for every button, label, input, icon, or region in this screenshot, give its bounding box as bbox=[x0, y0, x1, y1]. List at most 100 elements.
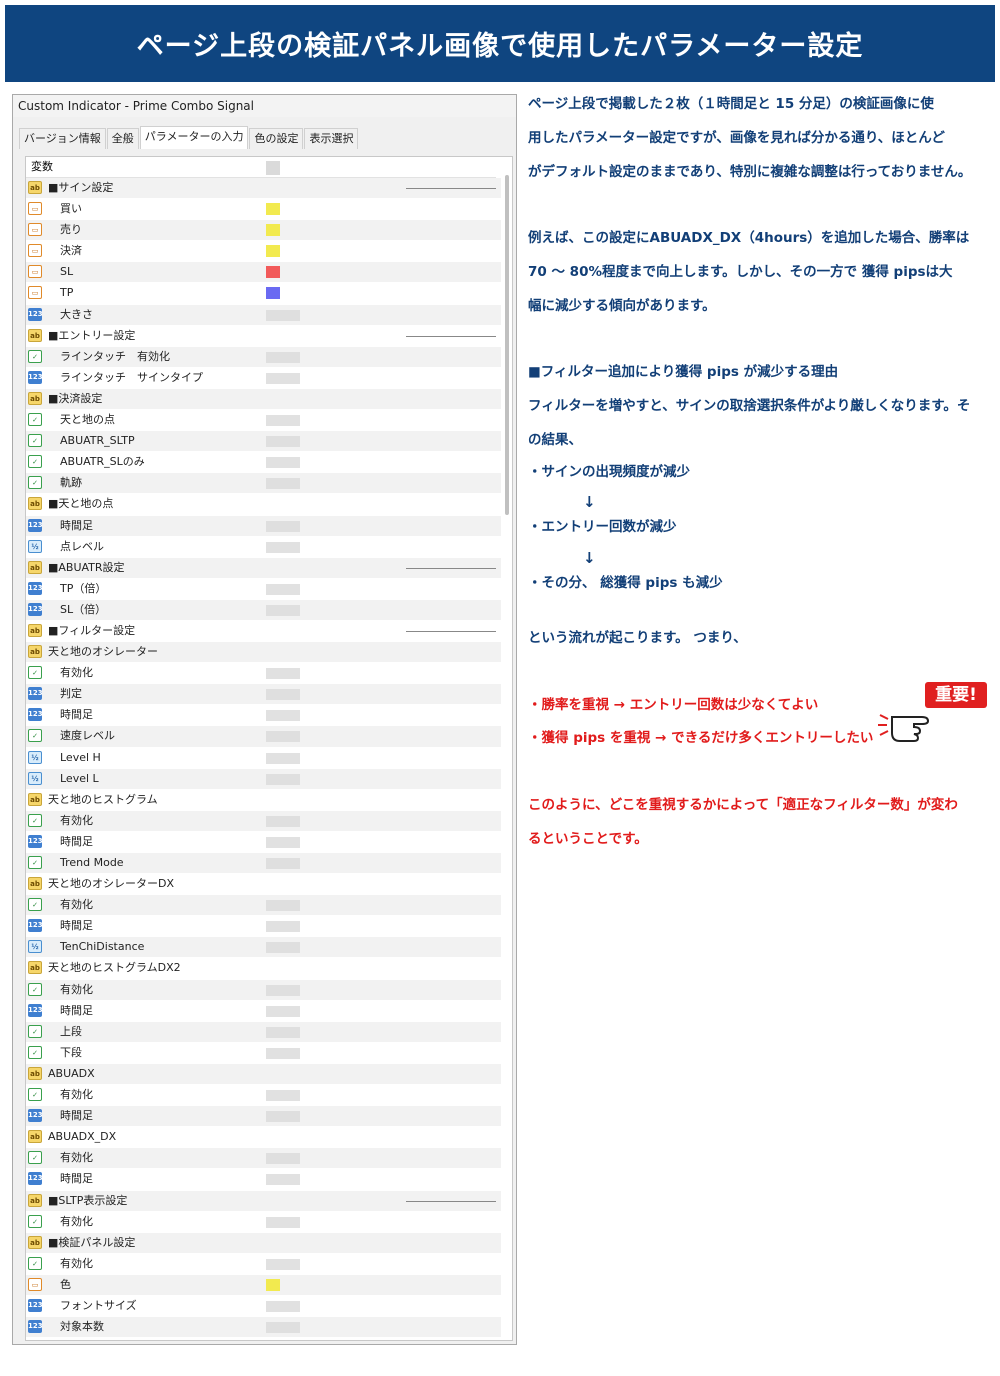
color-swatch[interactable] bbox=[266, 245, 280, 258]
parameter-row[interactable]: ▭ 色 bbox=[26, 1274, 501, 1296]
parameter-row[interactable]: 123 時間足 bbox=[26, 515, 501, 537]
parameter-row[interactable]: 123 時間足 bbox=[26, 916, 501, 938]
parameter-row[interactable]: ✓ 上段 bbox=[26, 1021, 501, 1043]
parameter-row[interactable]: 123 時間足 bbox=[26, 1169, 501, 1191]
parameter-value-blurred[interactable] bbox=[266, 710, 300, 722]
parameter-row[interactable]: ab ■エントリー設定 bbox=[26, 326, 501, 347]
parameter-row[interactable]: 123 時間足 bbox=[26, 1001, 501, 1022]
color-swatch[interactable] bbox=[266, 224, 280, 237]
grid-scrollbar[interactable] bbox=[505, 175, 509, 515]
parameter-row[interactable]: ▭ 売り bbox=[26, 220, 501, 242]
parameter-row[interactable]: ab ABUADX_DX bbox=[26, 1127, 501, 1149]
parameter-value-blurred[interactable] bbox=[266, 689, 300, 701]
parameter-row[interactable]: ab ■ABUATR設定 bbox=[26, 557, 501, 579]
parameter-row[interactable]: 123 TP（倍） bbox=[26, 579, 501, 600]
parameter-row[interactable]: ✓ 有効化 bbox=[26, 1148, 501, 1170]
parameter-value-blurred[interactable] bbox=[266, 1216, 300, 1228]
parameter-value-blurred[interactable] bbox=[266, 900, 300, 912]
parameter-value-blurred[interactable] bbox=[266, 1111, 300, 1123]
parameter-value-blurred[interactable] bbox=[266, 1258, 300, 1270]
parameter-value-blurred[interactable] bbox=[266, 731, 300, 743]
tab-0[interactable]: バージョン情報 bbox=[19, 128, 106, 149]
parameter-row[interactable]: ✓ 有効化 bbox=[26, 810, 501, 832]
parameter-value-blurred[interactable] bbox=[266, 415, 300, 427]
parameter-value-blurred[interactable] bbox=[266, 351, 300, 363]
parameter-row[interactable]: ½ 点レベル bbox=[26, 537, 501, 558]
tab-2[interactable]: パラメーターの入力 bbox=[139, 126, 249, 149]
parameter-value-blurred[interactable] bbox=[266, 436, 300, 448]
parameter-value-blurred[interactable] bbox=[266, 668, 300, 680]
parameter-row[interactable]: ✓ 有効化 bbox=[26, 979, 501, 1001]
parameter-value-blurred[interactable] bbox=[266, 604, 300, 616]
parameter-value-blurred[interactable] bbox=[266, 773, 300, 785]
parameter-value-blurred[interactable] bbox=[266, 372, 300, 384]
parameter-row[interactable]: ab ABUADX bbox=[26, 1063, 501, 1086]
parameter-row[interactable]: ✓ ABUATR_SLのみ bbox=[26, 452, 501, 474]
parameter-value-blurred[interactable] bbox=[266, 921, 300, 933]
parameter-row[interactable]: ab 天と地のオシレーター bbox=[26, 642, 501, 664]
parameter-value-blurred[interactable] bbox=[266, 478, 300, 490]
parameter-row[interactable]: ½ Level L bbox=[26, 768, 501, 790]
parameter-row[interactable]: ab ■フィルター設定 bbox=[26, 621, 501, 643]
parameter-row[interactable]: ▭ TP bbox=[26, 283, 501, 305]
parameter-row[interactable]: 123 フォントサイズ bbox=[26, 1296, 501, 1318]
parameter-value-blurred[interactable] bbox=[266, 457, 300, 469]
parameter-row[interactable]: 123 時間足 bbox=[26, 1106, 501, 1128]
parameter-row[interactable]: ab■通知設定 bbox=[26, 1338, 501, 1340]
parameter-value-blurred[interactable] bbox=[266, 1005, 300, 1017]
parameter-value-blurred[interactable] bbox=[266, 984, 300, 996]
parameter-row[interactable]: ▭ 決済 bbox=[26, 241, 501, 263]
parameter-row[interactable]: ab ■SLTP表示設定 bbox=[26, 1190, 501, 1212]
parameter-row[interactable]: 123 時間足 bbox=[26, 705, 501, 727]
parameter-row[interactable]: ½ Level H bbox=[26, 748, 501, 769]
parameter-row[interactable]: 123 ラインタッチ サインタイプ bbox=[26, 368, 501, 389]
tab-3[interactable]: 色の設定 bbox=[249, 128, 304, 149]
parameter-value-blurred[interactable] bbox=[266, 752, 300, 764]
parameter-row[interactable]: ab ■検証パネル設定 bbox=[26, 1232, 501, 1254]
parameter-row[interactable]: ✓ ABUATR_SLTP bbox=[26, 431, 501, 453]
parameter-row[interactable]: ✓ 有効化 bbox=[26, 1085, 501, 1107]
parameter-row[interactable]: ab 天と地のヒストグラム bbox=[26, 790, 501, 811]
parameter-value-blurred[interactable] bbox=[266, 836, 300, 848]
parameter-value-blurred[interactable] bbox=[266, 309, 300, 321]
parameter-row[interactable]: ▭ SL bbox=[26, 262, 501, 284]
tab-4[interactable]: 表示選択 bbox=[304, 128, 359, 149]
parameter-row[interactable]: 123 大きさ bbox=[26, 304, 501, 326]
color-swatch[interactable] bbox=[266, 266, 280, 279]
color-swatch[interactable] bbox=[266, 203, 280, 216]
parameter-row[interactable]: 123 判定 bbox=[26, 684, 501, 706]
parameter-value-blurred[interactable] bbox=[266, 1090, 300, 1102]
parameter-row[interactable]: ✓ Trend Mode bbox=[26, 853, 501, 875]
parameter-value-blurred[interactable] bbox=[266, 1153, 300, 1165]
parameter-row[interactable]: ✓ 有効化 bbox=[26, 1212, 501, 1233]
parameter-row[interactable]: ✓ 有効化 bbox=[26, 895, 501, 917]
parameter-row[interactable]: 123 時間足 bbox=[26, 832, 501, 853]
parameter-value-blurred[interactable] bbox=[266, 1047, 300, 1059]
parameter-row[interactable]: 123 SL（倍） bbox=[26, 599, 501, 621]
parameter-row[interactable]: ½ TenChiDistance bbox=[26, 937, 501, 959]
parameter-value-blurred[interactable] bbox=[266, 1322, 300, 1334]
color-swatch[interactable] bbox=[266, 1278, 280, 1291]
parameter-value-blurred[interactable] bbox=[266, 942, 300, 954]
parameter-row[interactable]: ✓ 天と地の点 bbox=[26, 410, 501, 432]
color-swatch[interactable] bbox=[266, 287, 280, 300]
parameter-row[interactable]: ab ■サイン設定 bbox=[26, 178, 501, 200]
parameter-row[interactable]: 123 対象本数 bbox=[26, 1317, 501, 1339]
parameter-value-blurred[interactable] bbox=[266, 815, 300, 827]
parameter-row[interactable]: ✓ 下段 bbox=[26, 1043, 501, 1064]
parameter-value-blurred[interactable] bbox=[266, 1300, 300, 1312]
parameter-row[interactable]: ✓ 有効化 bbox=[26, 663, 501, 685]
parameter-value-blurred[interactable] bbox=[266, 541, 300, 553]
parameter-value-blurred[interactable] bbox=[266, 1026, 300, 1038]
parameter-row[interactable]: ab 天と地のオシレーターDX bbox=[26, 874, 501, 896]
parameter-row[interactable]: ✓ 軌跡 bbox=[26, 473, 501, 495]
parameter-row[interactable]: ✓ 速度レベル bbox=[26, 726, 501, 748]
parameter-row[interactable]: ab ■天と地の点 bbox=[26, 494, 501, 516]
tab-1[interactable]: 全般 bbox=[106, 128, 139, 149]
parameter-value-blurred[interactable] bbox=[266, 583, 300, 595]
parameter-row[interactable]: ab ■決済設定 bbox=[26, 388, 501, 411]
parameter-value-blurred[interactable] bbox=[266, 858, 300, 869]
parameter-value-blurred[interactable] bbox=[266, 520, 300, 532]
parameter-value-blurred[interactable] bbox=[266, 1174, 300, 1186]
parameter-row[interactable]: ▭ 買い bbox=[26, 199, 501, 221]
